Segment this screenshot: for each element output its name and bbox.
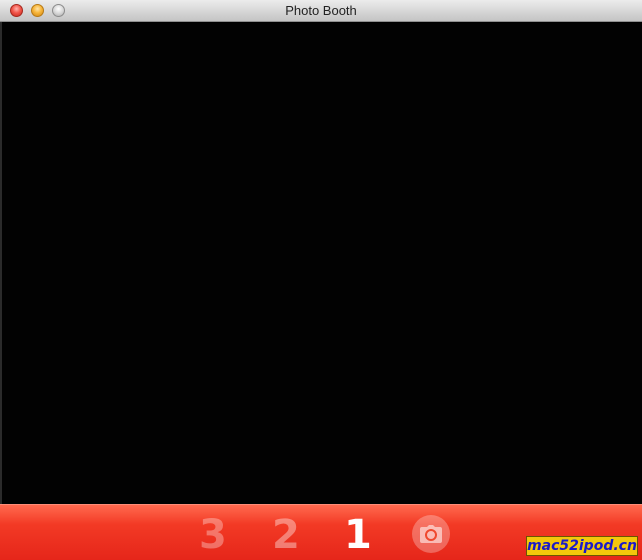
window-title: Photo Booth xyxy=(285,3,357,18)
title-bar[interactable]: Photo Booth xyxy=(0,0,642,22)
camera-preview xyxy=(2,23,642,504)
photo-booth-window: Photo Booth 3 2 1 mac52ipod.cn xyxy=(0,0,642,560)
countdown-2: 2 xyxy=(272,512,300,558)
countdown-3: 3 xyxy=(199,512,227,558)
countdown-1: 1 xyxy=(344,512,372,558)
watermark: mac52ipod.cn xyxy=(526,536,638,556)
take-photo-button[interactable] xyxy=(412,515,450,553)
camera-icon xyxy=(420,525,442,543)
